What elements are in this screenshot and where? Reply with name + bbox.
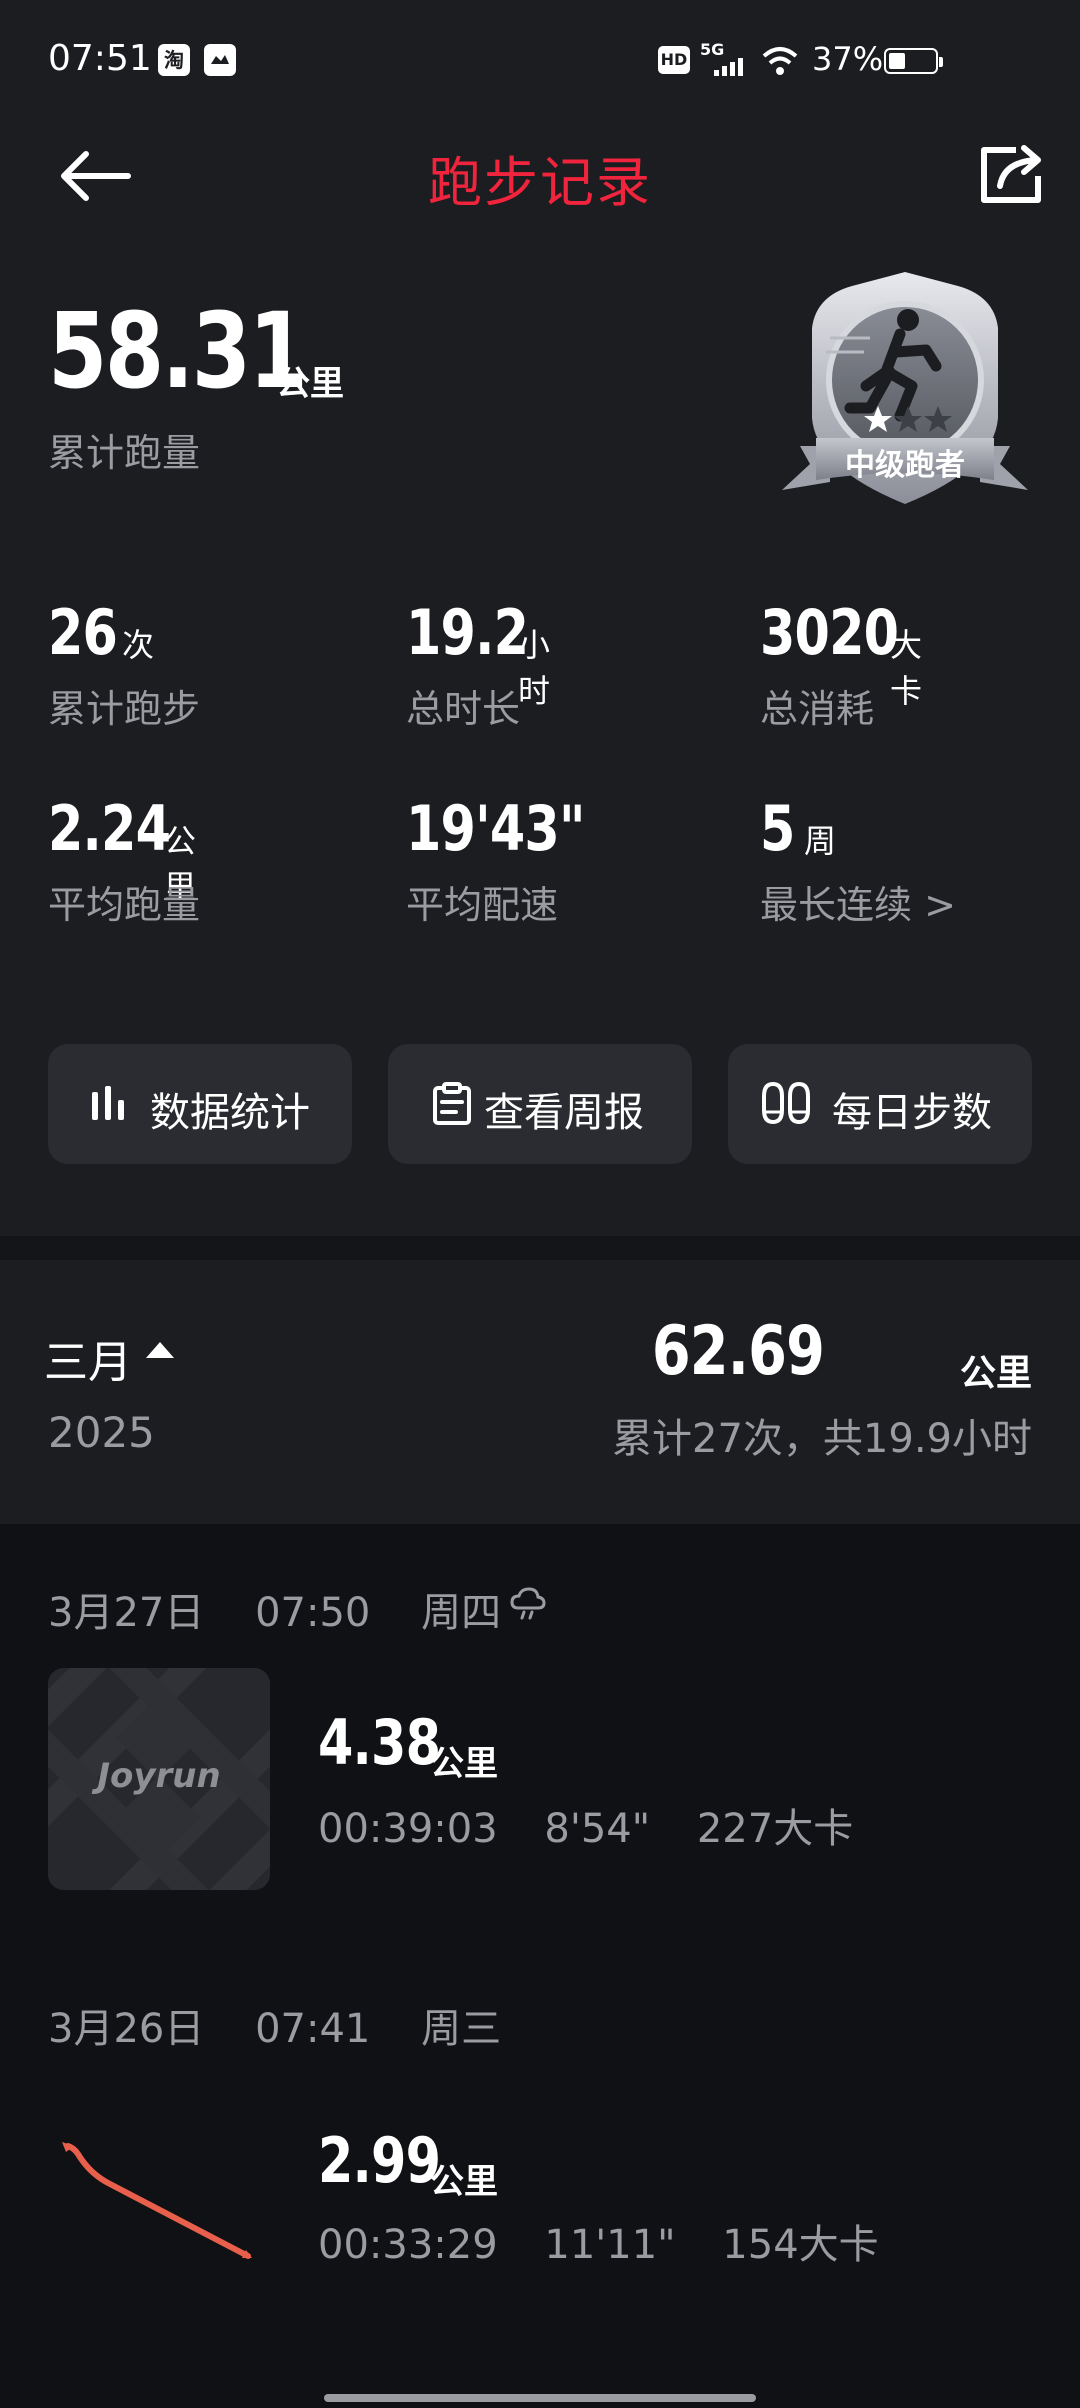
- run-date-line: 3月27日 07:50 周四: [48, 1580, 539, 1638]
- month-summary-text: 累计27次，共19.9小时: [612, 1416, 1032, 1462]
- data-statistics-button[interactable]: 数据统计: [48, 1044, 352, 1164]
- action-label: 数据统计: [150, 1090, 310, 1136]
- run-distance: 4.38: [318, 1706, 441, 1779]
- stat-value: 19'43": [406, 792, 585, 865]
- run-date-line: 3月26日 07:41 周三: [48, 1996, 539, 2054]
- run-list: 3月27日 07:50 周四 Joyrun 4.38 公里 00:39:03 8…: [0, 1524, 1080, 2408]
- run-list-item[interactable]: 3月27日 07:50 周四 Joyrun 4.38 公里 00:39:03 8…: [0, 1524, 1080, 1944]
- stat-value: 26: [48, 596, 118, 669]
- run-thumbnail: Joyrun: [48, 1668, 270, 1890]
- section-divider: [0, 1236, 1080, 1260]
- footprints-icon: [762, 1082, 810, 1125]
- action-label: 查看周报: [484, 1090, 644, 1136]
- run-distance-unit: 公里: [430, 2162, 498, 2202]
- stat-unit: 大卡: [890, 626, 923, 710]
- stat-label: 总消耗: [760, 687, 875, 731]
- action-label: 每日步数: [832, 1090, 992, 1136]
- stat-unit: 次: [122, 626, 155, 664]
- run-time: 07:41: [255, 2006, 371, 2052]
- run-date: 3月26日: [48, 2006, 205, 2052]
- run-details: 00:39:03 8'54" 227大卡: [318, 1796, 887, 1854]
- cloudy-weather-icon: [510, 1587, 546, 1620]
- stat-total-calories: 3020 大卡 总消耗: [760, 596, 929, 731]
- caret-up-icon[interactable]: [146, 1342, 174, 1358]
- header: 跑步记录: [0, 120, 1080, 230]
- month-selector[interactable]: 三月: [44, 1326, 132, 1390]
- clipboard-icon: [433, 1082, 471, 1125]
- run-pace: 8'54": [544, 1806, 651, 1852]
- stat-label: 平均跑量: [48, 883, 201, 927]
- run-calories: 227大卡: [696, 1806, 854, 1852]
- stat-label: 最长连续 >: [760, 883, 956, 927]
- run-weekday: 周四: [421, 1590, 502, 1636]
- stat-value: 2.24: [48, 792, 171, 865]
- runner-level-badge[interactable]: 中级跑者: [780, 268, 1030, 508]
- run-date: 3月27日: [48, 1590, 205, 1636]
- hd-voice-icon: HD: [658, 46, 690, 74]
- stat-label: 累计跑步: [48, 687, 201, 731]
- joyrun-logo: Joyrun: [97, 1756, 221, 1796]
- stat-value: 19.2: [406, 596, 529, 669]
- stat-value: 3020: [760, 596, 899, 669]
- weekly-report-button[interactable]: 查看周报: [388, 1044, 692, 1164]
- month-summary-section: 三月 2025 62.69 公里 累计27次，共19.9小时: [0, 1260, 1080, 1524]
- run-pace: 11'11": [544, 2222, 676, 2268]
- stat-avg-distance: 2.24 公里 平均跑量: [48, 792, 200, 927]
- badge-label: 中级跑者: [845, 448, 965, 483]
- run-time: 07:50: [255, 1590, 371, 1636]
- run-distance-unit: 公里: [430, 1744, 498, 1784]
- stat-avg-pace: 19'43" 平均配速: [406, 792, 624, 927]
- month-total-distance: 62.69: [651, 1312, 825, 1391]
- share-icon[interactable]: [976, 142, 1046, 208]
- run-duration: 00:33:29: [318, 2222, 498, 2268]
- battery-percentage: 37%: [812, 40, 884, 78]
- stat-label: 平均配速: [406, 883, 559, 927]
- month-year: 2025: [48, 1408, 155, 1457]
- status-time: 07:51: [48, 38, 152, 79]
- run-calories: 154大卡: [722, 2222, 879, 2268]
- total-distance-value: 58.31: [48, 290, 308, 412]
- month-total-unit: 公里: [959, 1353, 1032, 1394]
- stat-total-duration: 19.2 小时 总时长: [406, 596, 555, 731]
- stat-label: 总时长: [406, 687, 521, 731]
- stat-unit: 周: [804, 822, 837, 860]
- run-weekday: 周三: [421, 2006, 502, 2052]
- stat-run-count: 26 次 累计跑步: [48, 596, 200, 731]
- wifi-icon: [762, 47, 798, 75]
- battery-icon: [884, 48, 943, 74]
- stat-unit: 小时: [518, 626, 551, 710]
- bar-chart-icon: [92, 1086, 124, 1120]
- total-distance-unit: 公里: [276, 364, 344, 404]
- page-title: 跑步记录: [428, 151, 652, 214]
- stat-value: 5: [760, 792, 795, 865]
- run-route-map: [48, 2090, 270, 2312]
- signal-icon: [714, 58, 743, 76]
- daily-steps-button[interactable]: 每日步数: [728, 1044, 1032, 1164]
- message-notification-icon: [204, 44, 236, 76]
- run-distance: 2.99: [318, 2124, 441, 2197]
- stat-longest-streak[interactable]: 5 周 最长连续 >: [760, 792, 956, 927]
- status-bar: 07:51 淘 HD 5G 37%: [0, 0, 1080, 120]
- home-indicator[interactable]: [324, 2394, 756, 2402]
- run-list-item[interactable]: 3月26日 07:41 周三 2.99 公里 00:33:29 11'11" 1…: [0, 1944, 1080, 2384]
- total-distance-label: 累计跑量: [48, 431, 201, 475]
- route-line-icon: [62, 2142, 252, 2259]
- taobao-notification-icon: 淘: [158, 44, 190, 76]
- run-duration: 00:39:03: [318, 1806, 498, 1852]
- run-details: 00:33:29 11'11" 154大卡: [318, 2212, 913, 2270]
